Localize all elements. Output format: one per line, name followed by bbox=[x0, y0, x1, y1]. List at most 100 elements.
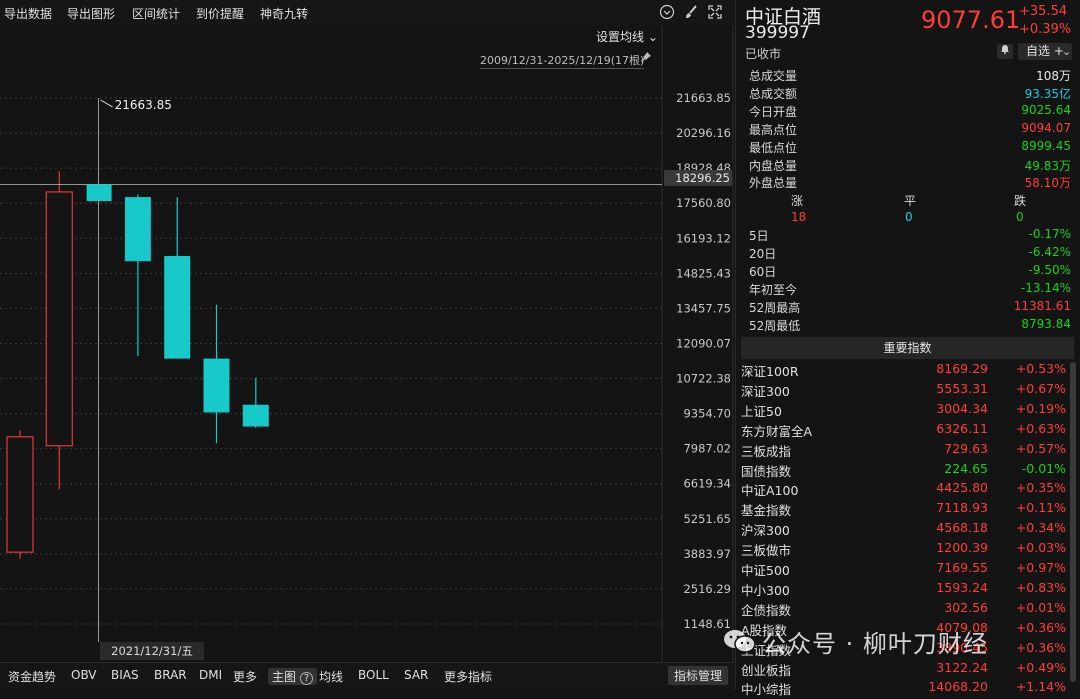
candlestick-chart[interactable]: 21663.85 20296.16 18928.48 17560.80 16193.12… bbox=[0, 26, 734, 662]
y-tick-label: 7987.02 bbox=[683, 442, 731, 456]
index-name[interactable]: 三板成指 bbox=[741, 441, 791, 460]
pin-icon[interactable] bbox=[640, 51, 652, 66]
index-row[interactable]: 创业板指 3122.24 +0.49% bbox=[741, 660, 1066, 680]
index-name[interactable]: 深证300 bbox=[741, 381, 790, 400]
market-status: 已收市 bbox=[745, 47, 782, 61]
index-row[interactable]: 三板成指 729.63 +0.57% bbox=[741, 441, 1066, 461]
ma-setting-dropdown[interactable]: 设置均线 ⌄ bbox=[596, 28, 658, 45]
indicator-ma[interactable]: 均线 bbox=[319, 668, 343, 685]
index-change: +0.57% bbox=[1015, 440, 1066, 456]
candle-body bbox=[6, 436, 34, 553]
indicator-brar[interactable]: BRAR bbox=[154, 668, 187, 682]
stat-row-value: 9094.07 bbox=[1021, 120, 1071, 135]
return-row-label: 60日 bbox=[749, 264, 777, 279]
index-row[interactable]: 三板做市 1200.39 +0.03% bbox=[741, 540, 1066, 560]
price-alert-button[interactable]: 到价提醒 bbox=[196, 5, 244, 22]
index-change: +0.36% bbox=[1015, 639, 1066, 655]
breadth-up-label: 涨 bbox=[791, 194, 804, 208]
range-stats-button[interactable]: 区间统计 bbox=[132, 5, 180, 22]
more-indicators-button[interactable]: 更多指标 bbox=[444, 668, 492, 685]
index-row[interactable]: 沪深300 4568.18 +0.34% bbox=[741, 520, 1066, 540]
magic-nine-button[interactable]: 神奇九转 bbox=[260, 5, 308, 22]
stat-row-value: 9025.64 bbox=[1021, 102, 1071, 117]
indicator-bias[interactable]: BIAS bbox=[111, 668, 139, 682]
fullscreen-icon[interactable] bbox=[707, 4, 723, 20]
index-row[interactable]: 东方财富全A 6326.11 +0.63% bbox=[741, 421, 1066, 441]
stat-row-value: 93.35亿 bbox=[1024, 86, 1071, 101]
index-row[interactable]: 中证A100 4425.80 +0.35% bbox=[741, 480, 1066, 500]
index-change: +0.83% bbox=[1015, 579, 1066, 595]
stat-row-label: 最高点位 bbox=[749, 122, 798, 137]
chevron-down-circle-icon[interactable] bbox=[659, 4, 675, 20]
bell-icon[interactable] bbox=[997, 44, 1013, 59]
index-price: 3122.24 bbox=[936, 659, 988, 675]
return-row-label: 20日 bbox=[749, 246, 777, 261]
chevron-down-icon[interactable]: ⌄ bbox=[1062, 44, 1076, 59]
index-row[interactable]: 深证300 5553.31 +0.67% bbox=[741, 381, 1066, 401]
index-name[interactable]: 三板做市 bbox=[741, 540, 791, 559]
index-row[interactable]: 企债指数 302.56 +0.01% bbox=[741, 600, 1066, 620]
indicator-sar[interactable]: SAR bbox=[404, 668, 428, 682]
help-icon[interactable]: ? bbox=[299, 672, 314, 685]
watchlist-label[interactable]: 自选 bbox=[1026, 44, 1050, 58]
index-row[interactable]: 中小300 1593.24 +0.83% bbox=[741, 580, 1066, 600]
index-name[interactable]: 深证100R bbox=[741, 361, 799, 380]
index-name[interactable]: 中证500 bbox=[741, 560, 790, 579]
indicator-manager-button[interactable]: 指标管理 bbox=[667, 666, 728, 685]
index-list-scrollbar[interactable] bbox=[1070, 362, 1076, 682]
stat-row-label: 最低点位 bbox=[749, 140, 798, 155]
brush-icon[interactable] bbox=[683, 4, 699, 20]
indicator-boll[interactable]: BOLL bbox=[358, 668, 389, 682]
stat-row: 最高点位 9094.07 bbox=[749, 121, 1071, 139]
stat-row-value: 49.83万 bbox=[1024, 158, 1071, 173]
peak-label: 21663.85 bbox=[115, 98, 172, 112]
index-change: +0.36% bbox=[1015, 619, 1066, 635]
index-change: +0.11% bbox=[1015, 500, 1066, 516]
index-row[interactable]: 中小综指 14068.20 +1.14% bbox=[741, 679, 1066, 699]
index-name[interactable]: 创业板指 bbox=[741, 660, 791, 679]
index-change: +0.03% bbox=[1015, 540, 1066, 556]
indicator-obv[interactable]: OBV bbox=[71, 668, 97, 682]
indicator-dmi[interactable]: DMI bbox=[199, 668, 222, 682]
stat-row: 总成交量 108万 bbox=[749, 67, 1071, 85]
chart-canvas[interactable]: 21663.8520296.1618928.4817560.8016193.12… bbox=[0, 26, 734, 662]
y-tick-label: 5251.65 bbox=[683, 512, 731, 526]
main-chart-label[interactable]: 主图 bbox=[272, 670, 296, 684]
export-data-button[interactable]: 导出数据 bbox=[4, 5, 52, 22]
stat-row-label: 今日开盘 bbox=[749, 104, 798, 119]
index-name[interactable]: 东方财富全A bbox=[741, 421, 812, 440]
index-name[interactable]: 沪深300 bbox=[741, 520, 790, 539]
index-row[interactable]: 中证500 7169.55 +0.97% bbox=[741, 560, 1066, 580]
indicator-bar: 资金趋势 OBV BIAS BRAR DMI 更多 主图 ? 均线 BOLL S… bbox=[0, 662, 734, 690]
candle-body bbox=[164, 256, 191, 359]
index-name[interactable]: 上证50 bbox=[741, 401, 782, 420]
quote-panel: 中证白酒 399997 已收市 9077.61 +35.54 +0.39% 自选… bbox=[735, 0, 1080, 697]
return-row-value: -9.50% bbox=[1028, 262, 1071, 277]
index-row[interactable]: 国债指数 224.65 -0.01% bbox=[741, 461, 1066, 481]
index-row[interactable]: 深证100R 8169.29 +0.53% bbox=[741, 361, 1066, 381]
index-name[interactable]: 中证A100 bbox=[741, 480, 798, 499]
index-name[interactable]: 中小300 bbox=[741, 580, 790, 599]
return-row-label: 5日 bbox=[749, 229, 769, 243]
return-row-value: -13.14% bbox=[1020, 280, 1071, 295]
index-name[interactable]: 企债指数 bbox=[741, 600, 791, 619]
ma-setting-label[interactable]: 设置均线 bbox=[596, 30, 644, 44]
index-price: 3004.34 bbox=[936, 400, 988, 416]
index-change: +0.19% bbox=[1015, 400, 1066, 416]
indicator-fund-trend[interactable]: 资金趋势 bbox=[8, 668, 56, 685]
stat-row: 外盘总量 58.10万 bbox=[749, 174, 1071, 192]
stat-row-label: 总成交量 bbox=[749, 69, 798, 83]
index-name[interactable]: 国债指数 bbox=[741, 461, 791, 480]
index-change: +1.14% bbox=[1015, 679, 1066, 695]
return-row: 52周最低 8793.84 bbox=[749, 317, 1071, 335]
index-name[interactable]: 基金指数 bbox=[741, 500, 791, 519]
index-row[interactable]: 上证50 3004.34 +0.19% bbox=[741, 401, 1066, 421]
return-row: 20日 -6.42% bbox=[749, 245, 1071, 263]
return-row-label: 52周最低 bbox=[749, 318, 801, 333]
stat-row: 今日开盘 9025.64 bbox=[749, 103, 1071, 121]
export-chart-button[interactable]: 导出图形 bbox=[67, 5, 115, 22]
main-chart-tab[interactable]: 主图 ? bbox=[268, 668, 318, 685]
indicator-more[interactable]: 更多 bbox=[233, 668, 257, 685]
index-row[interactable]: 基金指数 7118.93 +0.11% bbox=[741, 500, 1066, 520]
chart-toolbar: 导出数据 导出图形 区间统计 到价提醒 神奇九转 bbox=[0, 0, 734, 26]
